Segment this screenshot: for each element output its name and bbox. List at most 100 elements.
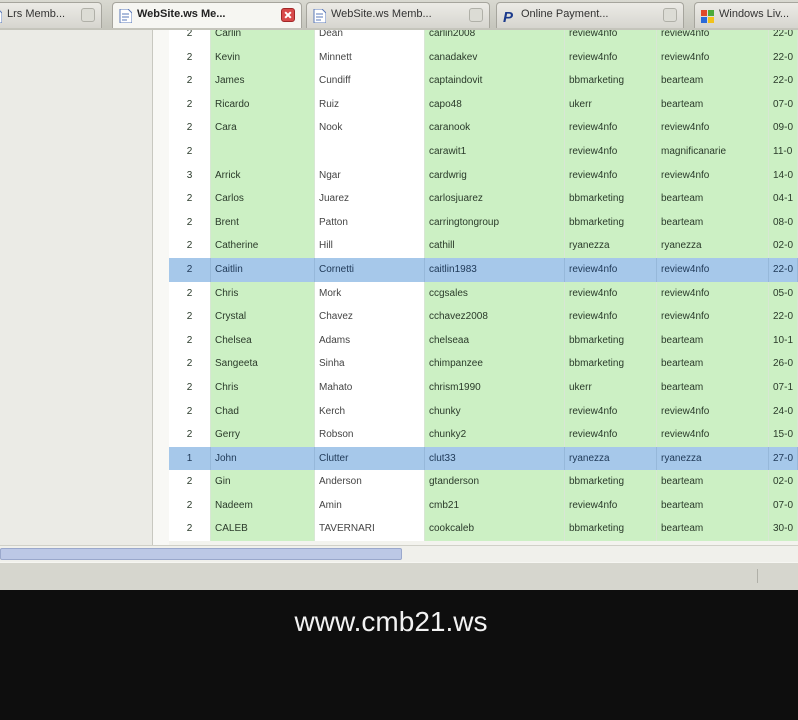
- referrer-cell: bbmarketing: [565, 210, 657, 235]
- last-name-cell: Chavez: [315, 305, 425, 329]
- first-name-cell: Chelsea: [211, 328, 315, 353]
- last-name-cell: Anderson: [315, 470, 425, 494]
- table-row[interactable]: 2 Cara Nook caranook review4nfo review4n…: [169, 116, 798, 140]
- horizontal-scrollbar[interactable]: [0, 545, 798, 563]
- page-icon: [0, 10, 2, 23]
- table-row[interactable]: 2 Crystal Chavez cchavez2008 review4nfo …: [169, 305, 798, 329]
- tab-close-icon[interactable]: [81, 8, 95, 22]
- tab-close-icon[interactable]: [469, 8, 483, 22]
- table-row[interactable]: 2 Chris Mork ccgsales review4nfo review4…: [169, 281, 798, 306]
- team-cell: review4nfo: [657, 399, 769, 424]
- username-cell: cardwrig: [425, 163, 565, 188]
- last-name-cell: Mahato: [315, 375, 425, 400]
- referrer-cell: ukerr: [565, 92, 657, 117]
- username-cell: carlosjuarez: [425, 187, 565, 211]
- tab-label: Windows Liv...: [719, 8, 790, 20]
- first-name-cell: John: [211, 446, 315, 471]
- referrer-cell: review4nfo: [565, 399, 657, 424]
- last-name-cell: Clutter: [315, 446, 425, 471]
- username-cell: canadakev: [425, 45, 565, 70]
- team-cell: review4nfo: [657, 281, 769, 306]
- username-cell: carlin2008: [425, 30, 565, 46]
- page-icon: [313, 9, 326, 23]
- first-name-cell: Gin: [211, 470, 315, 494]
- referrer-cell: review4nfo: [565, 116, 657, 140]
- row-number-cell: 2: [169, 257, 211, 282]
- last-name-cell: Minnett: [315, 45, 425, 70]
- last-name-cell: Juarez: [315, 187, 425, 211]
- team-cell: bearteam: [657, 69, 769, 93]
- table-row-selected[interactable]: 2 Caitlin Cornetti caitlin1983 review4nf…: [169, 257, 798, 282]
- referrer-cell: bbmarketing: [565, 470, 657, 494]
- referrer-cell: review4nfo: [565, 30, 657, 46]
- username-cell: cchavez2008: [425, 305, 565, 329]
- username-cell: chunky: [425, 399, 565, 424]
- tab-label: WebSite.ws Me...: [137, 8, 226, 20]
- table-row[interactable]: 2 Brent Patton carringtongroup bbmarketi…: [169, 210, 798, 235]
- tab-1[interactable]: Lrs Memb...: [0, 2, 102, 28]
- table-row[interactable]: 2 Kevin Minnett canadakev review4nfo rev…: [169, 45, 798, 70]
- username-cell: capo48: [425, 92, 565, 117]
- row-number-cell: 2: [169, 210, 211, 235]
- table-row[interactable]: 2 Carlin Dean carlin2008 review4nfo revi…: [169, 30, 798, 46]
- first-name-cell: Caitlin: [211, 257, 315, 282]
- last-name-cell: Kerch: [315, 399, 425, 424]
- table-row[interactable]: 2 Carlos Juarez carlosjuarez bbmarketing…: [169, 187, 798, 211]
- last-name-cell: Nook: [315, 116, 425, 140]
- first-name-cell: Carlos: [211, 187, 315, 211]
- referrer-cell: bbmarketing: [565, 187, 657, 211]
- referrer-cell: bbmarketing: [565, 69, 657, 93]
- tab-5[interactable]: Windows Liv...: [694, 2, 798, 28]
- referrer-cell: review4nfo: [565, 305, 657, 329]
- table-row[interactable]: 2 CALEB TAVERNARI cookcaleb bbmarketing …: [169, 517, 798, 542]
- table-row[interactable]: 2 Gerry Robson chunky2 review4nfo review…: [169, 423, 798, 447]
- row-number-cell: 2: [169, 139, 211, 164]
- status-segment: [757, 569, 798, 583]
- team-cell: ryanezza: [657, 446, 769, 471]
- tab-2[interactable]: WebSite.ws Me...: [112, 2, 302, 28]
- tab-label: Lrs Memb...: [7, 8, 66, 20]
- row-number-cell: 2: [169, 423, 211, 447]
- table-row-selected[interactable]: 1 John Clutter clut33 ryanezza ryanezza …: [169, 446, 798, 471]
- table-row[interactable]: 2 Chelsea Adams chelseaa bbmarketing bea…: [169, 328, 798, 353]
- table-row[interactable]: 2 Ricardo Ruiz capo48 ukerr bearteam 07-…: [169, 92, 798, 117]
- date-cell: 22-0: [769, 305, 798, 329]
- team-cell: review4nfo: [657, 45, 769, 70]
- table-row[interactable]: 2 James Cundiff captaindovit bbmarketing…: [169, 69, 798, 93]
- table-row[interactable]: 3 Arrick Ngar cardwrig review4nfo review…: [169, 163, 798, 188]
- scrollbar-thumb[interactable]: [0, 548, 402, 560]
- username-cell: chimpanzee: [425, 352, 565, 376]
- tab-close-icon[interactable]: [663, 8, 677, 22]
- tab-label: WebSite.ws Memb...: [331, 8, 432, 20]
- tab-close-icon[interactable]: [281, 8, 295, 22]
- date-cell: 09-0: [769, 116, 798, 140]
- username-cell: caitlin1983: [425, 257, 565, 282]
- date-cell: 26-0: [769, 352, 798, 376]
- referrer-cell: bbmarketing: [565, 352, 657, 376]
- row-number-cell: 2: [169, 116, 211, 140]
- table-row[interactable]: 2 Gin Anderson gtanderson bbmarketing be…: [169, 470, 798, 494]
- username-cell: cathill: [425, 234, 565, 258]
- table-row[interactable]: 2 Chris Mahato chrism1990 ukerr bearteam…: [169, 375, 798, 400]
- team-cell: ryanezza: [657, 234, 769, 258]
- first-name-cell: Kevin: [211, 45, 315, 70]
- last-name-cell: Sinha: [315, 352, 425, 376]
- table-row[interactable]: 2 Catherine Hill cathill ryanezza ryanez…: [169, 234, 798, 258]
- date-cell: 22-0: [769, 30, 798, 46]
- row-number-cell: 2: [169, 517, 211, 542]
- tab-3[interactable]: WebSite.ws Memb...: [306, 2, 490, 28]
- table-row[interactable]: 2 Sangeeta Sinha chimpanzee bbmarketing …: [169, 352, 798, 376]
- first-name-cell: Chad: [211, 399, 315, 424]
- team-cell: review4nfo: [657, 423, 769, 447]
- referrer-cell: review4nfo: [565, 493, 657, 518]
- row-number-cell: 1: [169, 446, 211, 471]
- date-cell: 14-0: [769, 163, 798, 188]
- table-row[interactable]: 2 carawit1 review4nfo magnificanarie 11-…: [169, 139, 798, 164]
- first-name-cell: Arrick: [211, 163, 315, 188]
- table-row[interactable]: 2 Chad Kerch chunky review4nfo review4nf…: [169, 399, 798, 424]
- last-name-cell: Mork: [315, 281, 425, 306]
- tab-4[interactable]: P Online Payment...: [496, 2, 684, 28]
- table-row[interactable]: 2 Nadeem Amin cmb21 review4nfo bearteam …: [169, 493, 798, 518]
- status-bar: [0, 562, 798, 591]
- last-name-cell: Dean: [315, 30, 425, 46]
